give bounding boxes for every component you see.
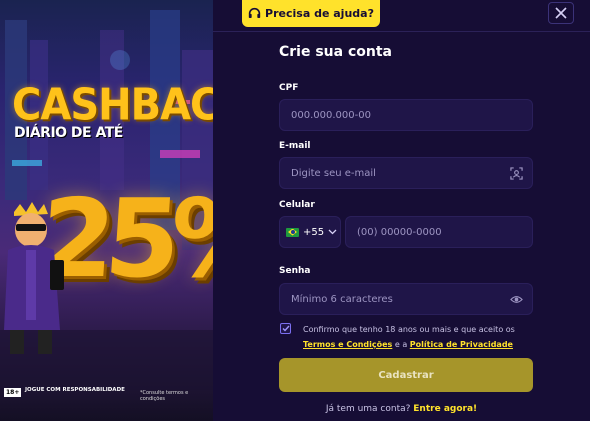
login-prompt: Já tem uma conta? Entre agora! <box>213 404 590 414</box>
consent-text: Confirmo que tenho 18 anos ou mais e que… <box>303 322 543 352</box>
checkmark-icon <box>282 325 290 332</box>
banner-subheadline: DIÁRIO DE ATÉ <box>14 125 123 141</box>
email-scan-icon[interactable] <box>510 167 523 180</box>
privacy-link[interactable]: Política de Privacidade <box>410 340 513 349</box>
brazil-flag-icon <box>286 227 299 237</box>
cpf-input[interactable] <box>289 108 532 122</box>
password-label: Senha <box>279 266 311 276</box>
consent-and: e a <box>394 340 408 349</box>
login-link[interactable]: Entre agora! <box>413 404 477 414</box>
phone-field[interactable] <box>345 216 533 248</box>
form-title: Crie sua conta <box>279 44 392 60</box>
headset-icon <box>248 7 261 18</box>
email-field[interactable] <box>279 157 533 189</box>
close-icon <box>555 7 567 19</box>
country-code-selector[interactable]: +55 <box>279 216 341 248</box>
help-button[interactable]: Precisa de ajuda? <box>242 0 380 27</box>
mascot-illustration <box>4 202 64 354</box>
consent-checkbox[interactable] <box>280 323 291 334</box>
cpf-label: CPF <box>279 83 299 93</box>
age-badge: 18+ <box>4 388 22 397</box>
consult-terms-text: *Consulte termos e condições <box>140 390 189 402</box>
phone-label: Celular <box>279 200 315 210</box>
top-bar: Precisa de ajuda? <box>213 0 590 32</box>
help-label: Precisa de ajuda? <box>265 7 374 20</box>
password-field[interactable] <box>279 283 533 315</box>
banner-footnote: 18+ JOGUE COM RESPONSABILIDADE *Consulte… <box>2 386 213 406</box>
login-prompt-text: Já tem uma conta? <box>325 404 411 414</box>
cpf-field[interactable] <box>279 99 533 131</box>
phone-input[interactable] <box>355 225 532 239</box>
banner-headline: CASHBACK <box>12 79 213 131</box>
signup-panel: Precisa de ajuda? Crie sua conta CPF E-m… <box>213 0 590 421</box>
email-label: E-mail <box>279 141 311 151</box>
chevron-down-icon <box>328 229 337 235</box>
eye-icon[interactable] <box>510 293 523 306</box>
email-input[interactable] <box>289 166 532 180</box>
promo-banner: CASHBACK DIÁRIO DE ATÉ 25% 18+ JOGUE COM… <box>0 0 213 421</box>
responsible-gaming-text: JOGUE COM RESPONSABILIDADE <box>25 387 125 393</box>
country-code-value: +55 <box>303 226 325 238</box>
close-button[interactable] <box>548 2 574 24</box>
password-input[interactable] <box>289 292 532 306</box>
terms-link[interactable]: Termos e Condições <box>303 340 392 349</box>
consent-statement: Confirmo que tenho 18 anos ou mais e que… <box>303 325 515 334</box>
submit-button[interactable]: Cadastrar <box>279 358 533 392</box>
